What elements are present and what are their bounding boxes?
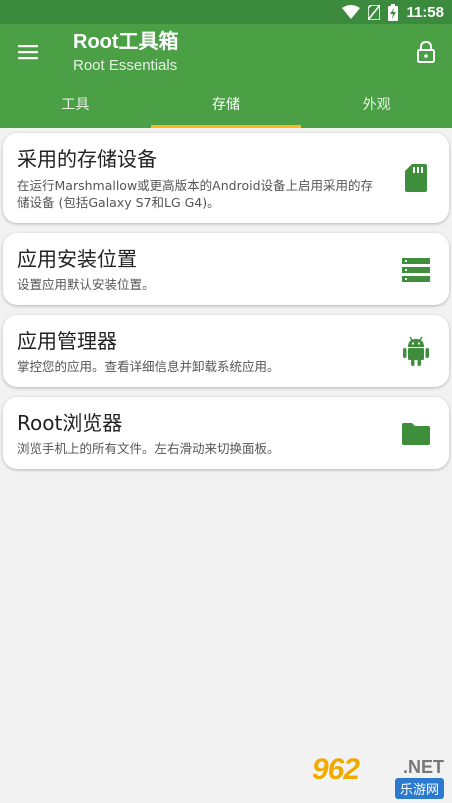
watermark-logo: 962 .NET 乐游网 (312, 753, 446, 799)
app-title: Root工具箱 (73, 31, 179, 53)
tab-bar: 工具 存储 外观 (0, 80, 452, 128)
watermark-net: .NET (402, 757, 444, 777)
status-bar: 11:58 (0, 0, 452, 24)
lock-icon[interactable] (412, 38, 440, 66)
card-description: 浏览手机上的所有文件。左右滑动来切换面板。 (17, 441, 280, 456)
tab-label: 存储 (212, 97, 240, 113)
watermark-sub: 乐游网 (394, 778, 444, 799)
card-title: 应用安装位置 (17, 247, 137, 271)
battery-charging-icon (388, 3, 399, 21)
card-adoptable-storage[interactable]: 采用的存储设备 在运行Marshmallow或更高版本的Android设备上启用… (3, 133, 449, 223)
card-description: 掌控您的应用。查看详细信息并卸载系统应用。 (17, 359, 280, 374)
card-title: 应用管理器 (17, 329, 117, 353)
wifi-icon (342, 5, 361, 19)
menu-icon[interactable] (14, 38, 42, 66)
card-app-manager[interactable]: 应用管理器 掌控您的应用。查看详细信息并卸载系统应用。 (3, 315, 449, 387)
card-description: 设置应用默认安装位置。 (17, 277, 155, 292)
card-root-browser[interactable]: Root浏览器 浏览手机上的所有文件。左右滑动来切换面板。 (3, 397, 449, 469)
folder-icon (401, 419, 431, 449)
sd-card-icon (401, 163, 431, 193)
clock: 11:58 (406, 3, 444, 21)
watermark-number: 962 (312, 753, 360, 786)
app-titles: Root工具箱 Root Essentials (73, 29, 179, 76)
card-title: 采用的存储设备 (17, 147, 157, 171)
app-bar: Root工具箱 Root Essentials (0, 24, 452, 80)
card-install-location[interactable]: 应用安装位置 设置应用默认安装位置。 (3, 233, 449, 305)
tab-tools[interactable]: 工具 (0, 80, 151, 128)
tab-label: 工具 (61, 97, 90, 113)
tab-storage[interactable]: 存储 (150, 80, 302, 128)
app-subtitle: Root Essentials (73, 57, 178, 74)
android-icon (401, 336, 431, 367)
card-description: 在运行Marshmallow或更高版本的Android设备上启用采用的存储设备 … (17, 178, 374, 210)
storage-list-icon (401, 255, 431, 285)
card-title: Root浏览器 (17, 411, 123, 435)
card-list: 采用的存储设备 在运行Marshmallow或更高版本的Android设备上启用… (0, 128, 452, 803)
no-sim-icon (368, 4, 381, 20)
tab-appearance[interactable]: 外观 (301, 80, 452, 128)
tab-label: 外观 (362, 97, 391, 113)
